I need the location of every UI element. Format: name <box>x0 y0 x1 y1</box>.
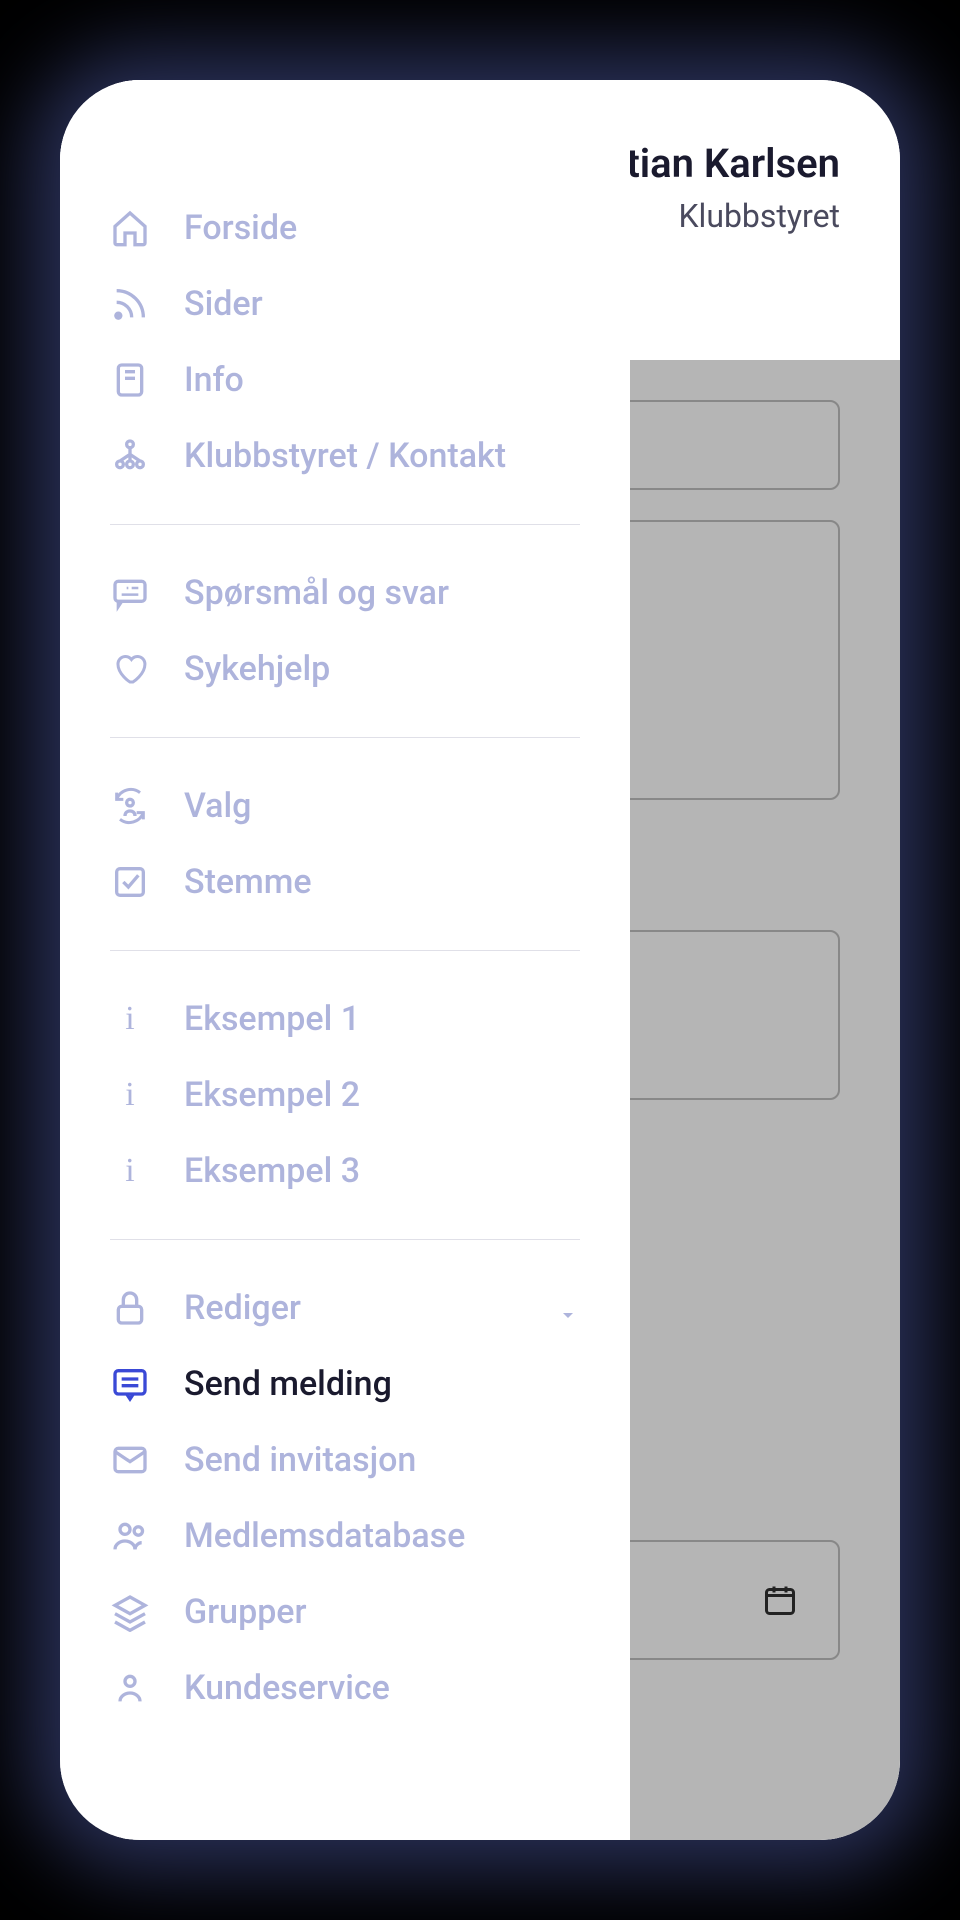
sidebar-item-label: Rediger <box>184 1288 301 1328</box>
sidebar-item-rediger[interactable]: Rediger <box>110 1270 580 1346</box>
nav-group-1: Forside Sider Info <box>60 190 630 494</box>
mail-icon <box>110 1440 150 1480</box>
sidebar-item-eksempel-3[interactable]: i Eksempel 3 <box>110 1133 580 1209</box>
sidebar-item-sykehjelp[interactable]: Sykehjelp <box>110 631 580 707</box>
sidebar-item-send-melding[interactable]: Send melding <box>110 1346 580 1422</box>
sidebar-item-label: Forside <box>184 208 297 248</box>
person-icon <box>110 1668 150 1708</box>
sidebar-item-eksempel-2[interactable]: i Eksempel 2 <box>110 1057 580 1133</box>
nav-group-2: Spørsmål og svar Sykehjelp <box>60 555 630 707</box>
info-i-icon: i <box>110 1000 150 1038</box>
sidebar-item-medlemsdatabase[interactable]: Medlemsdatabase <box>110 1498 580 1574</box>
sidebar-item-label: Eksempel 1 <box>184 999 360 1039</box>
message-icon <box>110 1364 150 1404</box>
org-icon <box>110 436 150 476</box>
sidebar-item-label: Kundeservice <box>184 1668 390 1708</box>
home-icon <box>110 208 150 248</box>
sidebar-item-label: Sykehjelp <box>184 649 330 689</box>
sidebar-item-label: Sider <box>184 284 263 324</box>
sidebar-item-label: Eksempel 3 <box>184 1151 360 1191</box>
sidebar-item-eksempel-1[interactable]: i Eksempel 1 <box>110 981 580 1057</box>
info-i-icon: i <box>110 1076 150 1114</box>
sidebar-item-info[interactable]: Info <box>110 342 580 418</box>
faq-icon <box>110 573 150 613</box>
checkbox-icon <box>110 862 150 902</box>
screen: Stian Karlsen Klubbstyret ritt) iddelbar… <box>60 80 900 1840</box>
chevron-down-icon <box>556 1296 580 1320</box>
users-icon <box>110 1516 150 1556</box>
sidebar-item-grupper[interactable]: Grupper <box>110 1574 580 1650</box>
sidebar-item-valg[interactable]: Valg <box>110 768 580 844</box>
sidebar-item-stemme[interactable]: Stemme <box>110 844 580 920</box>
nav-group-3: Valg Stemme <box>60 768 630 920</box>
sidebar-item-label: Eksempel 2 <box>184 1075 360 1115</box>
sidebar-item-label: Info <box>184 360 244 400</box>
nav-group-4: i Eksempel 1 i Eksempel 2 i Eksempel 3 <box>60 981 630 1209</box>
calendar-icon <box>762 1582 798 1618</box>
sidebar-item-sider[interactable]: Sider <box>110 266 580 342</box>
divider <box>110 737 580 738</box>
sidebar-item-label: Send melding <box>184 1364 392 1404</box>
divider <box>110 1239 580 1240</box>
sidebar-item-send-invitasjon[interactable]: Send invitasjon <box>110 1422 580 1498</box>
sidebar-item-label: Stemme <box>184 862 312 902</box>
layers-icon <box>110 1592 150 1632</box>
sidebar-drawer: Forside Sider Info <box>60 80 630 1840</box>
divider <box>110 950 580 951</box>
cycle-person-icon <box>110 786 150 826</box>
lock-icon <box>110 1288 150 1328</box>
sidebar-item-forside[interactable]: Forside <box>110 190 580 266</box>
newspaper-icon <box>110 360 150 400</box>
sidebar-item-kontakt[interactable]: Klubbstyret / Kontakt <box>110 418 580 494</box>
rss-icon <box>110 284 150 324</box>
sidebar-item-label: Valg <box>184 786 251 826</box>
sidebar-item-label: Klubbstyret / Kontakt <box>184 436 506 476</box>
sidebar-item-label: Send invitasjon <box>184 1440 416 1480</box>
sidebar-item-label: Spørsmål og svar <box>184 573 449 613</box>
sidebar-item-label: Medlemsdatabase <box>184 1516 465 1556</box>
heart-icon <box>110 649 150 689</box>
sidebar-item-kundeservice[interactable]: Kundeservice <box>110 1650 580 1726</box>
divider <box>110 524 580 525</box>
sidebar-item-label: Grupper <box>184 1592 307 1632</box>
info-i-icon: i <box>110 1152 150 1190</box>
nav-group-5: Rediger Send melding Send invitasjon <box>60 1270 630 1726</box>
device-frame: Stian Karlsen Klubbstyret ritt) iddelbar… <box>60 80 900 1840</box>
sidebar-item-qa[interactable]: Spørsmål og svar <box>110 555 580 631</box>
